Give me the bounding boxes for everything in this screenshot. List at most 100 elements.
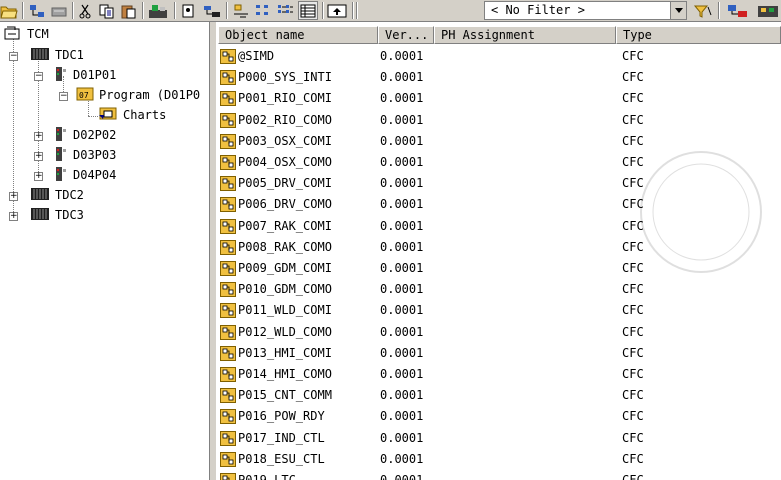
cfc-chart-icon: [220, 70, 236, 88]
table-row[interactable]: P002_RIO_COMO 0.0001 CFC: [216, 110, 781, 131]
object-list[interactable]: Object name Ver... PH Assignment Type @S…: [216, 22, 781, 480]
tree-item-label: D04P04: [73, 168, 117, 182]
simulation-icon[interactable]: [726, 1, 750, 20]
filter-select[interactable]: < No Filter >: [484, 1, 687, 20]
cfc-chart-icon: [220, 197, 236, 215]
table-row[interactable]: P001_RIO_COMI 0.0001 CFC: [216, 88, 781, 109]
tree-item-d01p01[interactable]: D01P01: [54, 66, 118, 84]
tree-item-label: Charts: [123, 108, 167, 122]
cut-icon[interactable]: [76, 1, 94, 20]
collapse-icon[interactable]: −: [9, 52, 18, 61]
type-cell: CFC: [622, 218, 644, 233]
object-name-cell: P009_GDM_COMI: [238, 261, 332, 275]
small-icons-icon[interactable]: [254, 1, 272, 20]
chevron-down-icon[interactable]: [670, 2, 686, 19]
toolbar-separator: [718, 2, 720, 19]
help-icon[interactable]: [756, 1, 780, 20]
table-row[interactable]: P012_WLD_COMO 0.0001 CFC: [216, 322, 781, 343]
table-row[interactable]: P010_GDM_COMO 0.0001 CFC: [216, 279, 781, 300]
cfc-chart-icon: [220, 367, 236, 385]
object-name-cell: P013_HMI_COMI: [238, 345, 332, 360]
table-row[interactable]: P017_IND_CTL 0.0001 CFC: [216, 428, 781, 449]
copy-icon[interactable]: [98, 1, 116, 20]
cfc-chart-icon: [220, 303, 236, 321]
collapse-icon[interactable]: −: [59, 92, 68, 101]
project-tree[interactable]: TCM − TDC1 − D01P01 − 07 Program (D01P0 …: [0, 22, 210, 480]
table-row[interactable]: P008_RAK_COMO 0.0001 CFC: [216, 237, 781, 258]
tree-item-charts[interactable]: Charts: [98, 106, 168, 124]
table-row[interactable]: P019_LTC 0.0001 CFC: [216, 470, 781, 480]
filter-icon[interactable]: [692, 1, 714, 20]
version-cell: 0.0001: [380, 282, 424, 297]
type-cell: CFC: [622, 409, 644, 424]
table-row[interactable]: P013_HMI_COMI 0.0001 CFC: [216, 343, 781, 364]
expand-icon[interactable]: +: [34, 152, 43, 161]
column-header-ph-assignment[interactable]: PH Assignment: [434, 26, 616, 44]
station-icon: [30, 46, 50, 65]
table-row[interactable]: P004_OSX_COMO 0.0001 CFC: [216, 152, 781, 173]
expand-icon[interactable]: +: [9, 212, 18, 221]
object-name-cell: P004_OSX_COMO: [238, 155, 332, 169]
object-name-cell: @SIMD: [238, 49, 275, 63]
accessible-nodes-icon[interactable]: [148, 1, 170, 20]
tree-item-d04p04[interactable]: D04P04: [54, 166, 118, 184]
type-cell: CFC: [622, 261, 644, 275]
expand-icon[interactable]: +: [34, 172, 43, 181]
object-name-cell: P016_POW_RDY: [238, 409, 325, 424]
table-row[interactable]: P005_DRV_COMI 0.0001 CFC: [216, 173, 781, 194]
table-row[interactable]: P014_HMI_COMO 0.0001 CFC: [216, 364, 781, 385]
table-row[interactable]: P015_CNT_COMM 0.0001 CFC: [216, 385, 781, 406]
object-name-cell: P005_DRV_COMI: [238, 176, 332, 191]
tree-item-d02p02[interactable]: D02P02: [54, 126, 118, 144]
type-cell: CFC: [622, 91, 644, 106]
charts-folder-icon: [98, 105, 118, 126]
details-view-icon[interactable]: [298, 1, 318, 20]
expand-icon[interactable]: +: [9, 192, 18, 201]
tree-item-d03p03[interactable]: D03P03: [54, 146, 118, 164]
table-row[interactable]: P006_DRV_COMO 0.0001 CFC: [216, 194, 781, 215]
large-icons-icon[interactable]: [232, 1, 250, 20]
open-folder-icon[interactable]: [0, 1, 18, 20]
tree-item-tdc1[interactable]: TDC1: [30, 46, 86, 64]
tree-item-tdc2[interactable]: TDC2: [30, 186, 86, 204]
network-icon[interactable]: [28, 1, 46, 20]
toolbar-separator: [356, 2, 358, 19]
toolbar-separator: [72, 2, 74, 19]
object-name-cell: P015_CNT_COMM: [238, 388, 332, 403]
version-cell: 0.0001: [380, 367, 424, 381]
table-row[interactable]: P011_WLD_COMI 0.0001 CFC: [216, 300, 781, 321]
tree-item-program[interactable]: 07 Program (D01P0: [76, 86, 202, 104]
table-row[interactable]: P009_GDM_COMI 0.0001 CFC: [216, 258, 781, 279]
type-cell: CFC: [622, 70, 644, 85]
object-name-cell: P000_SYS_INTI: [238, 70, 332, 85]
table-row[interactable]: @SIMD 0.0001 CFC: [216, 46, 781, 67]
table-row[interactable]: P007_RAK_COMI 0.0001 CFC: [216, 216, 781, 237]
table-row[interactable]: P016_POW_RDY 0.0001 CFC: [216, 406, 781, 427]
cfc-chart-icon: [220, 112, 236, 131]
version-cell: 0.0001: [380, 133, 424, 148]
table-row[interactable]: P003_OSX_COMI 0.0001 CFC: [216, 131, 781, 152]
column-header-version[interactable]: Ver...: [378, 26, 434, 44]
tree-item-tdc3[interactable]: TDC3: [30, 206, 86, 224]
type-cell: CFC: [622, 473, 644, 480]
column-header-type[interactable]: Type: [616, 26, 781, 44]
cfc-chart-icon: [220, 409, 236, 427]
project-icon: [4, 25, 22, 44]
download-icon[interactable]: [50, 1, 68, 20]
plant-view-icon[interactable]: [202, 1, 222, 20]
column-header-object-name[interactable]: Object name: [218, 26, 378, 44]
up-one-level-icon[interactable]: [326, 1, 348, 20]
toolbar-separator: [352, 2, 354, 19]
list-view-icon[interactable]: [276, 1, 294, 20]
collapse-icon[interactable]: −: [34, 72, 43, 81]
table-row[interactable]: P000_SYS_INTI 0.0001 CFC: [216, 67, 781, 88]
object-name-cell: P002_RIO_COMO: [238, 112, 332, 127]
cpu-icon: [54, 66, 68, 85]
paste-icon[interactable]: [120, 1, 138, 20]
tree-item-root[interactable]: TCM: [4, 25, 51, 43]
expand-icon[interactable]: +: [34, 132, 43, 141]
cfc-chart-icon: [220, 91, 236, 109]
properties-icon[interactable]: [180, 1, 198, 20]
version-cell: 0.0001: [380, 473, 424, 480]
table-row[interactable]: P018_ESU_CTL 0.0001 CFC: [216, 449, 781, 470]
